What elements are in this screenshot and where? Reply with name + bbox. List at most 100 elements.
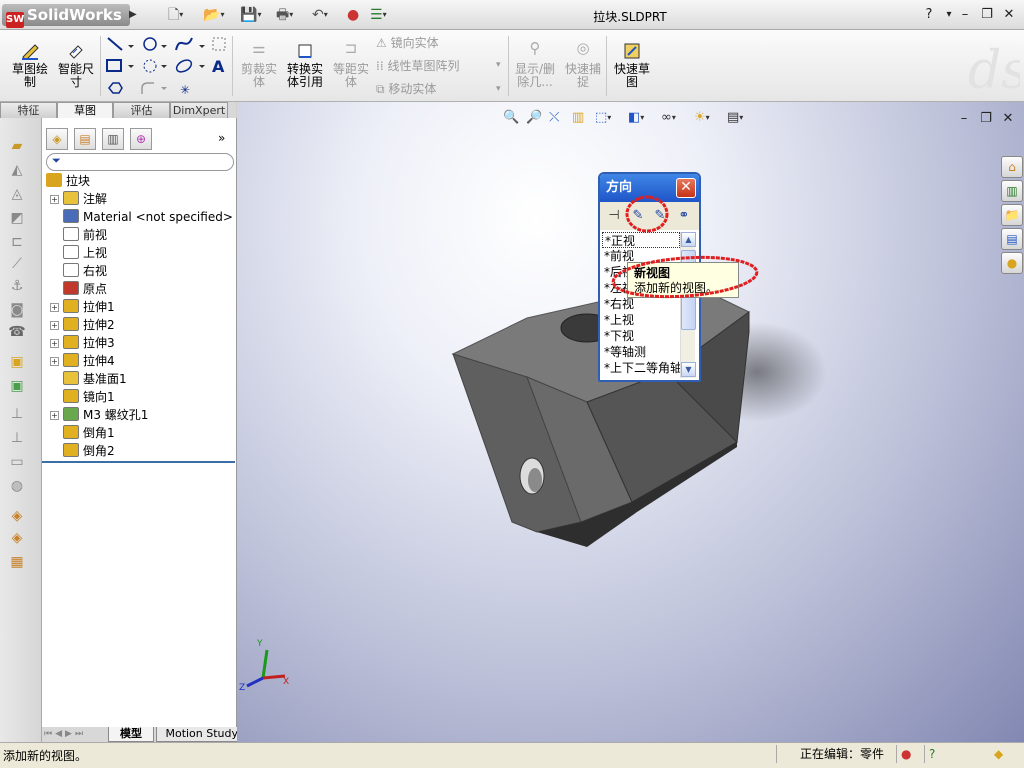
expand-icon[interactable]: +: [50, 411, 59, 420]
display-style-icon[interactable]: ◧▾: [628, 110, 644, 125]
view-list-scrollbar[interactable]: ▲ ▼: [680, 232, 696, 378]
offset-entities-button[interactable]: ⊐ 等距实 体: [330, 41, 372, 89]
chamfer-feature-icon[interactable]: ▣: [8, 378, 26, 394]
convert-entities-button[interactable]: 转换实 体引用: [283, 42, 327, 89]
tree-item[interactable]: 倒角2: [50, 442, 115, 460]
loft-icon[interactable]: ◩: [8, 210, 26, 226]
tree-item[interactable]: + M3 螺纹孔1: [50, 406, 148, 424]
design-library-icon[interactable]: ▥: [1001, 180, 1023, 202]
new-view-button[interactable]: ✎: [628, 206, 648, 226]
viewport-minimize-button[interactable]: –: [955, 110, 973, 128]
appearances-scenes-icon[interactable]: ●: [1001, 252, 1023, 274]
linear-pattern-button[interactable]: ⁞⁞ 线性草图阵列: [376, 59, 459, 74]
viewport-restore-button[interactable]: ❐: [977, 110, 995, 128]
rib-icon[interactable]: ⊥: [8, 406, 26, 422]
apply-scene-icon[interactable]: ▤▾: [727, 110, 743, 125]
tree-item[interactable]: 原点: [50, 280, 107, 298]
view-list-item[interactable]: *下视: [602, 328, 680, 344]
polygon-icon[interactable]: [108, 82, 123, 94]
expand-icon[interactable]: +: [50, 195, 59, 204]
zoom-to-fit-icon[interactable]: 🔍: [503, 110, 519, 125]
options-icon[interactable]: ☰▾: [370, 6, 387, 24]
line-icon[interactable]: [107, 37, 134, 51]
rectangle-icon[interactable]: [106, 59, 134, 72]
viewport-close-button[interactable]: ✕: [999, 110, 1017, 128]
text-icon[interactable]: A: [212, 57, 225, 76]
units-tag-icon[interactable]: ◆: [990, 745, 1020, 763]
linear-pattern-dropdown-icon[interactable]: ▾: [496, 60, 501, 70]
view-list-item[interactable]: *上视: [602, 312, 680, 328]
edit-appearance-icon[interactable]: ☀▾: [694, 110, 710, 125]
shell-icon[interactable]: ⊥: [8, 430, 26, 446]
revolve-icon[interactable]: ◭: [8, 162, 26, 178]
rollback-bar[interactable]: [42, 461, 235, 463]
trim-entities-button[interactable]: ⚌ 剪裁实 体: [238, 41, 280, 89]
view-palette-icon[interactable]: ▤: [1001, 228, 1023, 250]
tree-item[interactable]: 右视: [50, 262, 107, 280]
cut-revolve-icon[interactable]: ⟋: [8, 256, 26, 272]
restore-button[interactable]: ❐: [978, 6, 996, 24]
reset-views-icon[interactable]: ⚭: [674, 206, 694, 226]
rebuild-status-icon[interactable]: ●: [896, 745, 918, 763]
display-delete-relations-button[interactable]: ⚲ 显示/删 除几...: [512, 41, 558, 89]
point-icon[interactable]: ✳: [180, 83, 190, 97]
extrude-icon[interactable]: ▰: [8, 138, 26, 154]
previous-view-icon[interactable]: ⤬: [549, 110, 559, 125]
view-list-item[interactable]: *等轴测: [602, 344, 680, 360]
move-entities-button[interactable]: ⧉ 移动实体: [376, 82, 436, 97]
tab-sketch[interactable]: 草图: [57, 102, 113, 119]
mirror-entities-button[interactable]: ⚠ 镜向实体: [376, 36, 439, 51]
view-list-item[interactable]: *正视: [602, 232, 680, 248]
view-orientation-icon[interactable]: ⬚▾: [595, 110, 611, 125]
minimize-button[interactable]: –: [956, 6, 974, 24]
view-list-item[interactable]: *右视: [602, 296, 680, 312]
featuremanager-tab-icon[interactable]: ◈: [46, 128, 68, 150]
file-explorer-icon[interactable]: 📁: [1001, 204, 1023, 226]
tab-features[interactable]: 特征: [0, 102, 57, 118]
cut-loft-icon[interactable]: ◙: [8, 302, 26, 318]
cut-sweep-icon[interactable]: ⚓: [8, 278, 26, 294]
dome-icon[interactable]: ◍: [8, 478, 26, 494]
reference-geometry-icon[interactable]: ◈: [8, 508, 26, 524]
help-button[interactable]: ?: [920, 6, 938, 24]
smart-dimension-button[interactable]: 智能尺 寸: [54, 42, 98, 89]
tree-item[interactable]: + 拉伸4: [50, 352, 115, 370]
tree-item[interactable]: 基准面1: [50, 370, 127, 388]
ellipse-icon[interactable]: [175, 58, 205, 75]
expand-panel-chevron-icon[interactable]: »: [218, 131, 225, 145]
tree-item[interactable]: + 拉伸1: [50, 298, 115, 316]
help-status-icon[interactable]: ?: [924, 745, 946, 763]
new-document-icon[interactable]: 🗋▾: [168, 6, 183, 24]
dialog-close-button[interactable]: ✕: [676, 178, 696, 198]
print-icon[interactable]: 🖶▾: [276, 6, 293, 24]
rapid-sketch-button[interactable]: 快速草 图: [610, 42, 654, 89]
undo-icon[interactable]: ↶▾: [312, 6, 328, 24]
quick-snaps-button[interactable]: ◎ 快速捕 捉: [562, 41, 604, 89]
tab-evaluate[interactable]: 评估: [113, 102, 170, 118]
move-dropdown-icon[interactable]: ▾: [496, 84, 501, 94]
expand-icon[interactable]: +: [50, 357, 59, 366]
construction-geometry-icon[interactable]: [212, 37, 226, 51]
tree-item[interactable]: Material <not specified>: [50, 208, 233, 226]
pin-icon[interactable]: ⊣: [604, 206, 624, 226]
instant3d-icon[interactable]: ▦: [8, 554, 26, 570]
dimxpertmanager-tab-icon[interactable]: ⊕: [130, 128, 152, 150]
configurationmanager-tab-icon[interactable]: ▥: [102, 128, 124, 150]
circle-icon[interactable]: [143, 37, 167, 51]
tab-dimxpert[interactable]: DimXpert: [170, 102, 228, 118]
expand-icon[interactable]: +: [50, 339, 59, 348]
scroll-down-arrow-icon[interactable]: ▼: [681, 362, 696, 377]
menu-expand-arrow-icon[interactable]: ▶: [129, 9, 137, 20]
update-view-icon[interactable]: ✎: [650, 206, 670, 226]
tree-item[interactable]: + 拉伸2: [50, 316, 115, 334]
zoom-to-area-icon[interactable]: 🔎: [526, 110, 542, 125]
propertymanager-tab-icon[interactable]: ▤: [74, 128, 96, 150]
sketch-button[interactable]: 草图绘 制: [8, 42, 52, 89]
open-folder-icon[interactable]: 📂▾: [203, 6, 224, 24]
sweep-icon[interactable]: ◬: [8, 186, 26, 202]
fillet-icon[interactable]: [141, 82, 167, 94]
hole-wizard-icon[interactable]: ☎: [8, 324, 26, 340]
solidworks-logo[interactable]: SW SolidWorks: [2, 4, 130, 28]
feature-tree-filter-input[interactable]: ⏷: [46, 153, 234, 171]
close-button[interactable]: ✕: [1000, 6, 1018, 24]
